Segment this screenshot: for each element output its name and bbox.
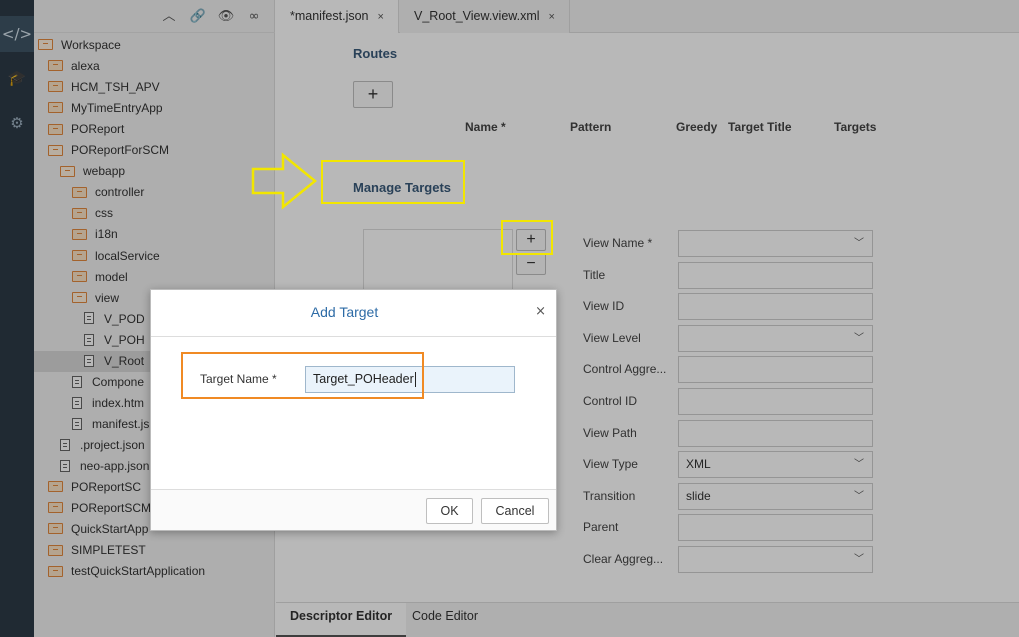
ok-button[interactable]: OK (426, 498, 473, 524)
target-name-highlight (181, 352, 424, 399)
add-target-dialog: Add Target × Target Name * Target_POHead… (150, 289, 557, 531)
dialog-header: Add Target × (151, 290, 556, 337)
cancel-button[interactable]: Cancel (481, 498, 549, 524)
add-target-highlight (501, 220, 553, 255)
arrow-annotation (251, 152, 317, 210)
dialog-title: Add Target (310, 304, 379, 320)
close-icon[interactable]: × (535, 304, 546, 319)
dialog-footer: OK Cancel (151, 489, 556, 530)
manage-targets-highlight (321, 160, 465, 204)
